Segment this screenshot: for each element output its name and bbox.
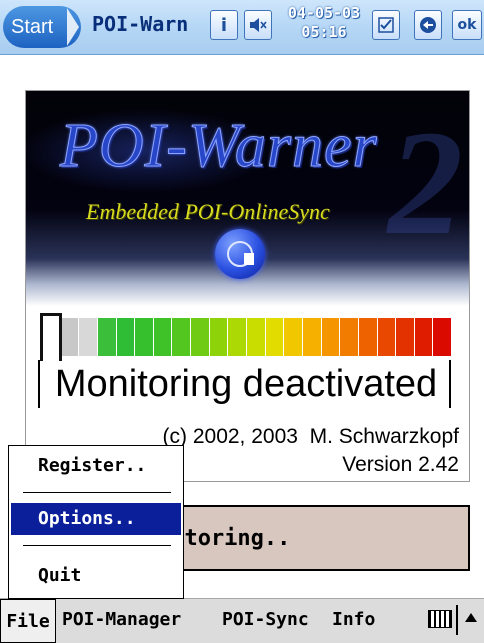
banner-version-digit: 2 <box>388 100 463 266</box>
menu-bar: File POI-Manager POI-Sync Info <box>0 598 484 643</box>
meter-segment <box>247 318 265 356</box>
warning-level-meter <box>42 318 452 356</box>
meter-segment <box>433 318 452 356</box>
menu-item-options[interactable]: Options.. <box>11 503 181 535</box>
menu-poi-manager[interactable]: POI-Manager <box>62 609 181 630</box>
meter-segment <box>60 318 79 356</box>
menu-file[interactable]: File <box>0 599 56 643</box>
meter-segment <box>340 318 358 356</box>
splash-banner: 2 POI-Warner Embedded POI-OnlineSync <box>26 91 469 306</box>
meter-segment <box>79 318 97 356</box>
menu-separator <box>23 545 171 546</box>
menu-separator <box>23 492 171 493</box>
meter-segment <box>396 318 414 356</box>
meter-indicator <box>40 313 62 361</box>
back-arrow-icon[interactable] <box>414 10 442 40</box>
start-label: Start <box>11 16 54 38</box>
checklist-icon[interactable] <box>372 10 400 40</box>
clock-time: 05:16 <box>301 23 347 41</box>
info-icon[interactable]: i <box>210 10 238 40</box>
keyboard-icon[interactable] <box>428 610 452 628</box>
splash-panel: 2 POI-Warner Embedded POI-OnlineSync Mon… <box>25 90 470 482</box>
start-arrow-icon <box>67 8 79 46</box>
menu-item-quit[interactable]: Quit <box>11 560 181 592</box>
speaker-mute-icon[interactable] <box>244 10 272 40</box>
copyright-text: (c) 2002, 2003 M. Schwarzkopf <box>162 425 459 448</box>
meter-segment <box>135 318 153 356</box>
taskbar: Start POI-Warn i 04-05-03 05:16 ok <box>0 0 484 55</box>
monitoring-status: Monitoring deactivated <box>54 363 438 405</box>
meter-segment <box>172 318 191 356</box>
globe-sync-icon <box>215 229 265 279</box>
menu-poi-sync[interactable]: POI-Sync <box>222 609 309 630</box>
meter-segment <box>358 318 377 356</box>
clock[interactable]: 04-05-03 05:16 <box>283 4 365 42</box>
sip-divider <box>456 605 458 635</box>
meter-segment <box>302 318 321 356</box>
file-menu-popup: Register.. Options.. Quit <box>8 445 184 599</box>
meter-segment <box>284 318 302 356</box>
banner-subtitle: Embedded POI-OnlineSync <box>86 199 330 224</box>
meter-segment <box>228 318 247 356</box>
menu-item-register[interactable]: Register.. <box>11 450 181 482</box>
meter-segment <box>265 318 284 356</box>
start-button[interactable]: Start <box>3 6 81 48</box>
menu-info[interactable]: Info <box>332 609 375 630</box>
meter-segment <box>377 318 396 356</box>
app-title[interactable]: POI-Warn <box>92 12 188 36</box>
meter-segment <box>321 318 340 356</box>
check-glyph <box>378 17 394 33</box>
meter-segment <box>116 318 135 356</box>
meter-segment <box>97 318 116 356</box>
meter-segment <box>414 318 433 356</box>
meter-segment <box>191 318 209 356</box>
back-glyph <box>420 17 436 33</box>
clock-date: 04-05-03 <box>287 4 361 22</box>
speaker-glyph <box>250 18 267 32</box>
ok-button[interactable]: ok <box>452 10 482 40</box>
up-arrow-icon[interactable] <box>465 613 477 622</box>
version-text: Version 2.42 <box>342 453 459 476</box>
banner-title: POI-Warner <box>60 112 378 181</box>
meter-segment <box>153 318 172 356</box>
meter-segment <box>209 318 228 356</box>
